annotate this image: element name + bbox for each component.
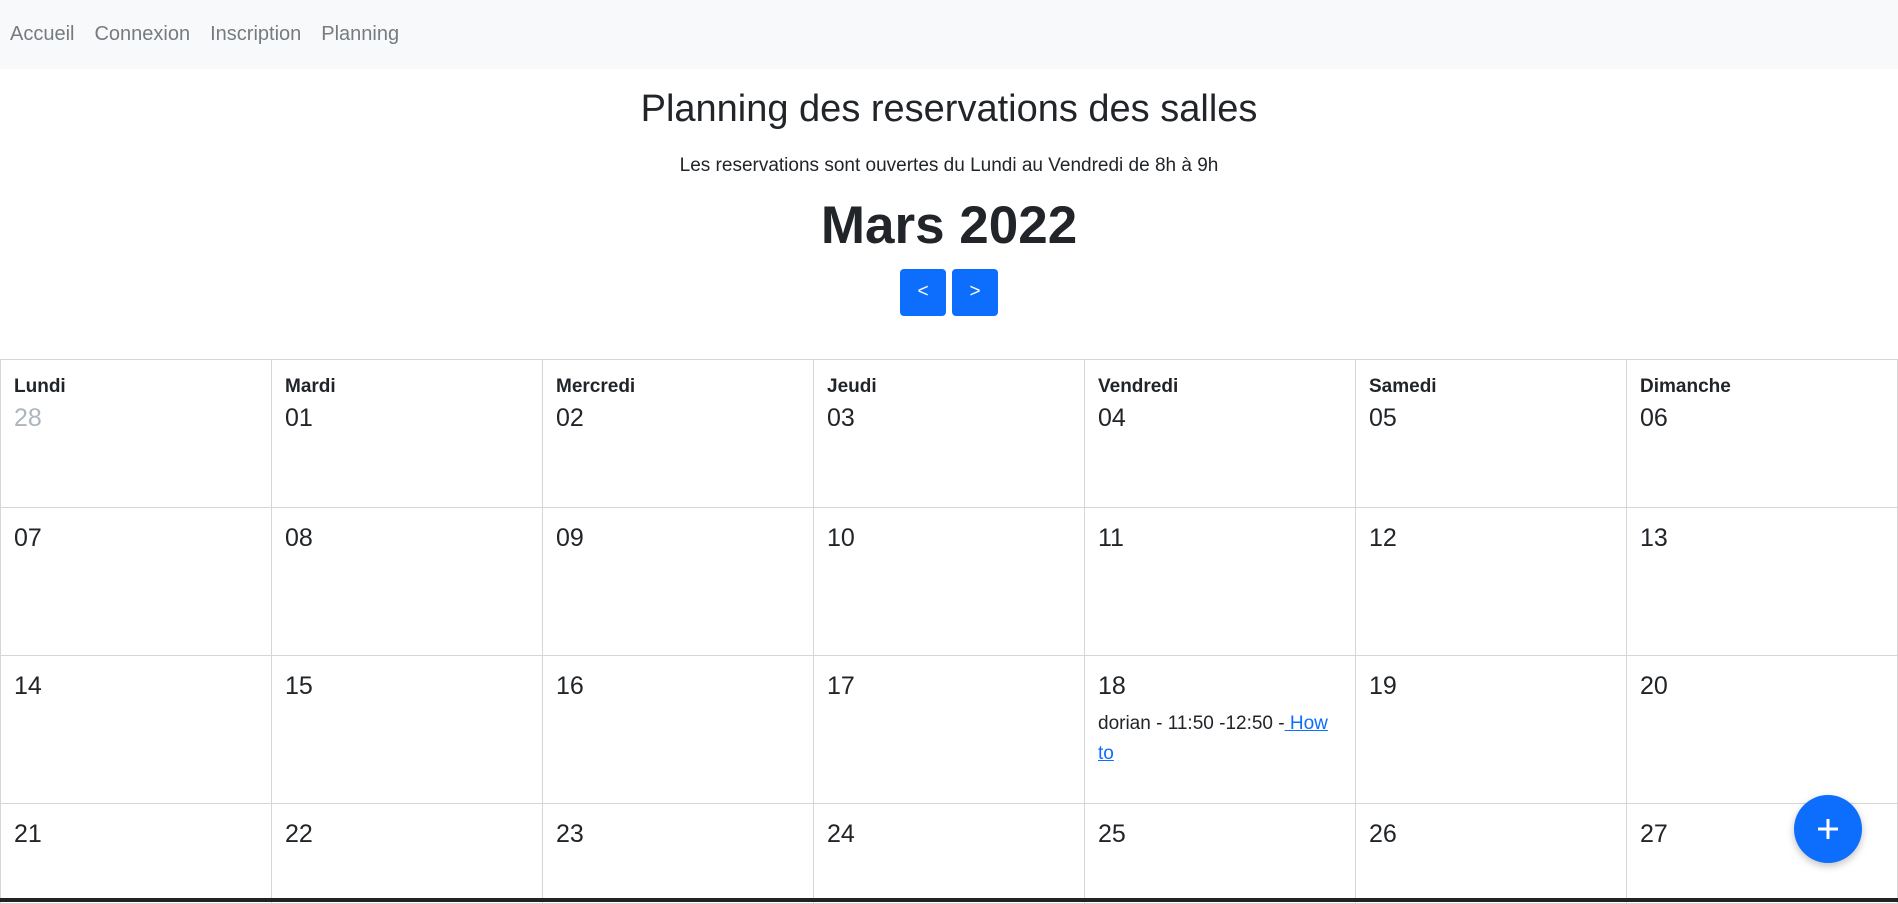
day-number: 01 (285, 404, 313, 432)
calendar-grid: Lundi 28 Mardi 01 Mercredi 02 Jeudi 03 V… (0, 359, 1898, 904)
nav-link-accueil[interactable]: Accueil (10, 23, 74, 46)
calendar-day[interactable]: 21 (0, 803, 272, 904)
calendar-day[interactable]: 26 (1355, 803, 1627, 904)
navbar: Accueil Connexion Inscription Planning (0, 0, 1898, 69)
calendar-day[interactable]: 25 (1084, 803, 1356, 904)
weekday-label: Mardi (285, 376, 336, 397)
day-number: 14 (14, 672, 42, 700)
calendar-day[interactable]: Mardi 01 (271, 359, 543, 508)
calendar-day[interactable]: 23 (542, 803, 814, 904)
calendar-day[interactable]: 15 (271, 655, 543, 804)
day-number: 04 (1098, 404, 1126, 432)
window-bottom-edge (0, 898, 1898, 902)
plus-icon (1818, 819, 1838, 839)
day-number: 23 (556, 820, 584, 848)
day-number: 12 (1369, 524, 1397, 552)
page-subtitle: Les reservations sont ouvertes du Lundi … (679, 154, 1219, 176)
day-number: 05 (1369, 404, 1397, 432)
day-number: 24 (827, 820, 855, 848)
calendar-week: 14 15 16 17 18 dorian - 11:50 -12:50 - H… (0, 655, 1898, 804)
day-number: 28 (14, 404, 42, 432)
reservation-text: dorian - 11:50 -12:50 - (1098, 713, 1285, 734)
calendar-day[interactable]: Mercredi 02 (542, 359, 814, 508)
day-number: 02 (556, 404, 584, 432)
calendar-day[interactable]: 12 (1355, 507, 1627, 656)
calendar-day[interactable]: 22 (271, 803, 543, 904)
calendar-day[interactable]: 16 (542, 655, 814, 804)
day-number: 21 (14, 820, 42, 848)
calendar-day[interactable]: 07 (0, 507, 272, 656)
day-number: 06 (1640, 404, 1668, 432)
day-number: 07 (14, 524, 42, 552)
day-number: 08 (285, 524, 313, 552)
prev-month-button[interactable]: < (900, 268, 946, 316)
day-number: 19 (1369, 672, 1397, 700)
next-month-button[interactable]: > (952, 268, 998, 316)
day-number: 16 (556, 672, 584, 700)
weekday-label: Samedi (1369, 376, 1437, 397)
day-number: 22 (285, 820, 313, 848)
day-number: 03 (827, 404, 855, 432)
day-number: 25 (1098, 820, 1126, 848)
calendar-day[interactable]: 09 (542, 507, 814, 656)
calendar-day[interactable]: 20 (1626, 655, 1898, 804)
calendar-header: Planning des reservations des salles Les… (0, 69, 1898, 316)
calendar-day[interactable]: 13 (1626, 507, 1898, 656)
weekday-label: Dimanche (1640, 376, 1731, 397)
weekday-label: Jeudi (827, 376, 877, 397)
calendar-day[interactable]: Samedi 05 (1355, 359, 1627, 508)
day-number: 17 (827, 672, 855, 700)
calendar-day[interactable]: Lundi 28 (0, 359, 272, 508)
calendar-week: 21 22 23 24 25 26 27 (0, 803, 1898, 904)
month-navigation: < > (0, 268, 1898, 316)
reservation-event: dorian - 11:50 -12:50 - How to (1098, 709, 1342, 769)
calendar-day[interactable]: Jeudi 03 (813, 359, 1085, 508)
day-number: 11 (1098, 524, 1124, 552)
calendar-day[interactable]: 08 (271, 507, 543, 656)
month-title: Mars 2022 (820, 195, 1078, 255)
day-number: 15 (285, 672, 313, 700)
day-number: 26 (1369, 820, 1397, 848)
day-number: 10 (827, 524, 855, 552)
calendar-day[interactable]: 18 dorian - 11:50 -12:50 - How to (1084, 655, 1356, 804)
calendar-day[interactable]: 19 (1355, 655, 1627, 804)
calendar-week: 07 08 09 10 11 12 13 (0, 507, 1898, 656)
weekday-label: Mercredi (556, 376, 636, 397)
nav-link-connexion[interactable]: Connexion (94, 23, 190, 46)
page-title: Planning des reservations des salles (640, 88, 1258, 130)
add-reservation-button[interactable] (1794, 795, 1862, 863)
weekday-label: Lundi (14, 376, 66, 397)
calendar-day[interactable]: 24 (813, 803, 1085, 904)
day-number: 13 (1640, 524, 1668, 552)
day-number: 20 (1640, 672, 1668, 700)
nav-link-planning[interactable]: Planning (321, 23, 399, 46)
calendar-day[interactable]: 10 (813, 507, 1085, 656)
calendar-day[interactable]: 17 (813, 655, 1085, 804)
day-number: 09 (556, 524, 584, 552)
calendar-week: Lundi 28 Mardi 01 Mercredi 02 Jeudi 03 V… (0, 359, 1898, 508)
day-number: 18 (1098, 672, 1126, 700)
calendar-day[interactable]: Dimanche 06 (1626, 359, 1898, 508)
calendar-day[interactable]: 14 (0, 655, 272, 804)
weekday-label: Vendredi (1098, 376, 1179, 397)
nav-link-inscription[interactable]: Inscription (210, 23, 301, 46)
calendar-day[interactable]: Vendredi 04 (1084, 359, 1356, 508)
calendar-day[interactable]: 11 (1084, 507, 1356, 656)
